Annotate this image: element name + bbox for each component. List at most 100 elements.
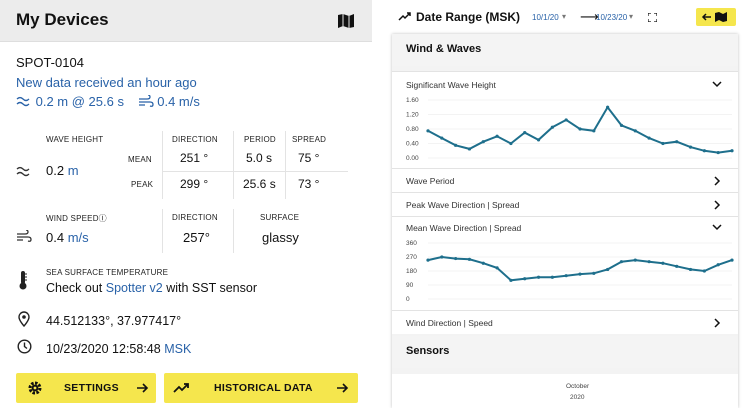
divider [285,131,286,199]
data-point [495,266,499,270]
row-wind-direction[interactable]: Wind Direction | Speed [392,310,738,334]
trend-chart-icon [173,383,189,393]
section-sensors[interactable]: Sensors [392,336,738,368]
chevron-right-icon[interactable] [712,318,722,328]
data-point [688,145,693,149]
gear-icon [28,381,42,395]
clock-icon [17,339,32,354]
y-tick-label: 180 [406,268,417,275]
sig-wave-height-panel: Significant Wave Height 1.60 1.20 0.80 0.40… [392,71,738,168]
mean-spread: 75 ° [298,151,320,165]
wave-height-value: 0.2 m [46,163,79,178]
data-point [702,149,706,153]
surface-value: glassy [262,230,299,245]
wind-icon [138,95,154,107]
data-point [661,141,665,146]
wave-height-label: WAVE HEIGHT [46,135,104,144]
data-point [633,258,637,262]
date-range-bar: Date Range (MSK) 10/1/20 ▾ ⟶ 10/23/20 ▾ [386,0,744,34]
data-point [564,118,568,122]
data-point [647,260,651,264]
map-icon[interactable] [338,14,354,28]
data-point [550,125,554,129]
summary-row: 0.2 m @ 25.6 s 0.4 m/s [16,94,204,110]
y-tick-label: 1.20 [406,112,419,119]
data-point [675,140,679,144]
waves-icon [16,166,30,177]
spotter-v2-link[interactable]: Spotter v2 [106,281,163,295]
data-point [426,258,430,262]
data-point [481,261,485,265]
divider [162,171,348,172]
date-to[interactable]: 10/23/20 [596,13,627,22]
chevron-down-icon[interactable]: ▾ [562,12,566,21]
last-update-time: 10/23/2020 12:58:48 MSK [46,342,192,356]
divider [162,209,163,253]
data-point [454,256,458,261]
section-wind-waves[interactable]: Wind & Waves [392,34,738,66]
page-title: My Devices [16,10,109,29]
row-wave-period[interactable]: Wave Period [392,168,738,192]
back-map-icon [701,12,727,22]
info-icon[interactable]: ⓘ [99,214,107,223]
wind-speed-label: WIND SPEEDⓘ [46,214,107,223]
mean-period: 5.0 s [246,151,273,165]
data-point [509,141,513,146]
chevron-down-icon[interactable]: ▾ [629,12,633,21]
historical-data-label: HISTORICAL DATA [214,382,313,394]
sig-wave-height-title[interactable]: Significant Wave Height [406,80,496,90]
chevron-down-icon[interactable] [712,222,722,232]
data-point [592,129,596,133]
data-point [426,129,430,133]
historical-data-button[interactable]: HISTORICAL DATA [164,373,358,403]
device-id: SPOT-0104 [16,55,84,70]
sst-label: SEA SURFACE TEMPERATURE [46,268,169,277]
data-point [716,263,720,267]
summary-wave: 0.2 m @ 25.6 s [35,94,124,109]
settings-button[interactable]: SETTINGS [16,373,156,403]
peak-label: PEAK [131,180,154,189]
wind-speed-value: 0.4 m/s [46,230,89,245]
date-from[interactable]: 10/1/20 [532,13,559,22]
data-point [578,272,582,276]
series-line [427,255,733,282]
x-axis-month: October [566,383,590,390]
date-range-title: Date Range (MSK) [416,10,521,24]
y-tick-label: 270 [406,254,417,261]
devices-panel: My Devices SPOT-0104 New data received a… [0,0,372,408]
timezone-link[interactable]: MSK [164,342,191,356]
y-tick-label: 360 [406,240,417,247]
chevron-right-icon[interactable] [712,176,722,186]
data-point [702,269,706,273]
data-point [730,258,734,262]
wind-icon [17,230,32,242]
mean-direction: 251 ° [180,151,209,165]
data-point [509,278,513,282]
chevron-right-icon[interactable] [712,200,722,210]
data-point [440,255,444,259]
fullscreen-icon[interactable] [648,13,657,22]
data-point [536,275,541,279]
data-point [578,127,582,131]
wind-speed-unit: m/s [67,230,89,245]
chart-list: Wind & Waves Significant Wave Height 1.6… [392,34,738,408]
data-point [647,136,651,140]
history-panel: Date Range (MSK) 10/1/20 ▾ ⟶ 10/23/20 ▾ … [386,0,744,408]
data-point [688,267,693,272]
chevron-down-icon[interactable] [712,79,722,89]
peak-period: 25.6 s [243,177,276,191]
summary-wind: 0.4 m/s [157,94,200,109]
wave-height-number: 0.2 [46,163,65,178]
back-to-map-button[interactable] [696,8,736,26]
settings-label: SETTINGS [64,382,119,394]
wave-height-unit: m [67,163,79,178]
data-point [495,134,499,138]
surface-header: SURFACE [260,213,300,222]
row-peak-wave-direction[interactable]: Peak Wave Direction | Spread [392,192,738,216]
wave-direction-header: DIRECTION [172,135,218,144]
mean-wave-direction-title[interactable]: Mean Wave Direction | Spread [406,223,521,233]
data-point [606,267,610,272]
trend-chart-icon [398,12,411,21]
y-tick-label: 0.40 [406,141,419,148]
data-point [661,261,665,265]
